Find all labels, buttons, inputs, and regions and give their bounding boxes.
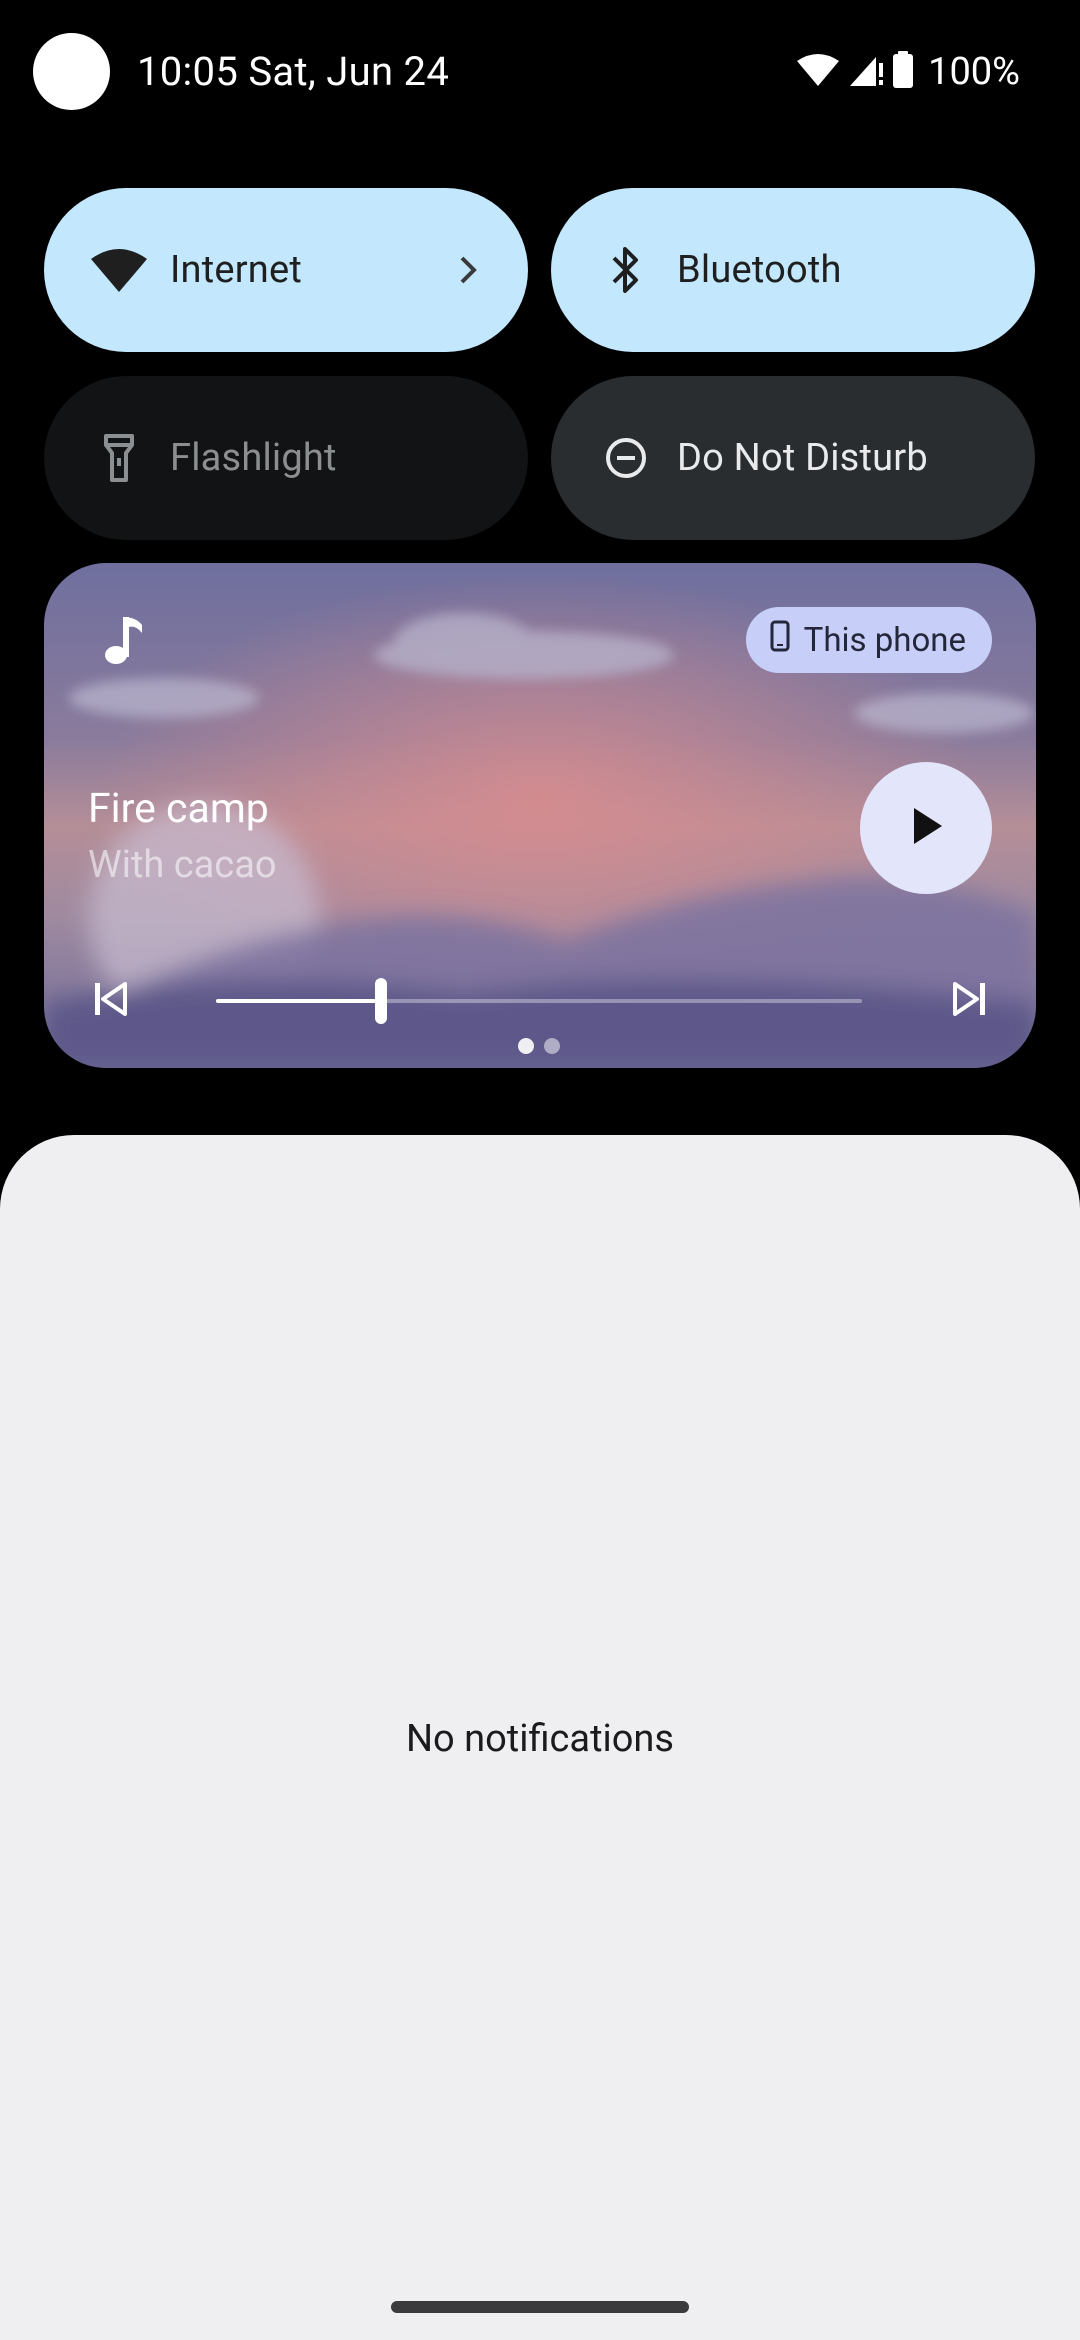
wifi-icon xyxy=(84,235,154,305)
battery-percent: 100% xyxy=(928,50,1020,94)
camera-cutout xyxy=(33,33,110,110)
tile-flashlight-label: Flashlight xyxy=(170,436,337,480)
seekbar-thumb[interactable] xyxy=(374,978,387,1024)
quick-settings-screen: 10:05 Sat, Jun 24 100% Internet Bluetoot… xyxy=(0,0,1080,2340)
bluetooth-icon xyxy=(591,235,661,305)
wifi-icon xyxy=(796,53,840,91)
tile-internet[interactable]: Internet xyxy=(44,188,528,352)
media-artist: With cacao xyxy=(88,843,277,887)
phone-icon xyxy=(770,620,790,661)
tile-do-not-disturb[interactable]: Do Not Disturb xyxy=(551,376,1035,540)
clock-date[interactable]: 10:05 Sat, Jun 24 xyxy=(137,48,449,95)
navigation-handle[interactable] xyxy=(391,2301,689,2313)
status-icons: 100% xyxy=(796,50,1020,94)
play-icon xyxy=(906,804,946,852)
notification-panel: No notifications xyxy=(0,1135,1080,2340)
output-switcher-chip[interactable]: This phone xyxy=(745,607,992,673)
cell-signal-icon xyxy=(848,53,884,91)
media-page-indicator xyxy=(518,1038,560,1054)
seekbar-progress xyxy=(216,999,381,1003)
next-track-button[interactable] xyxy=(944,976,994,1026)
tile-do-not-disturb-label: Do Not Disturb xyxy=(677,436,928,480)
no-notifications-text: No notifications xyxy=(405,1717,675,1761)
media-player-card[interactable]: This phone Fire camp With cacao xyxy=(44,563,1036,1068)
previous-track-button[interactable] xyxy=(86,976,136,1026)
seekbar[interactable] xyxy=(216,978,862,1024)
tile-bluetooth[interactable]: Bluetooth xyxy=(551,188,1035,352)
page-dot xyxy=(518,1038,534,1054)
media-title: Fire camp xyxy=(88,785,269,833)
status-bar: 10:05 Sat, Jun 24 100% xyxy=(0,0,1080,150)
music-note-icon xyxy=(96,611,156,671)
play-button[interactable] xyxy=(860,762,992,894)
skip-next-icon xyxy=(949,979,989,1023)
do-not-disturb-icon xyxy=(591,423,661,493)
flashlight-icon xyxy=(84,423,154,493)
tile-flashlight[interactable]: Flashlight xyxy=(44,376,528,540)
output-device-label: This phone xyxy=(803,620,966,660)
page-dot xyxy=(544,1038,560,1054)
skip-previous-icon xyxy=(91,979,131,1023)
chevron-right-icon xyxy=(448,250,488,290)
tile-internet-label: Internet xyxy=(170,248,302,292)
tile-bluetooth-label: Bluetooth xyxy=(677,248,842,292)
battery-icon xyxy=(892,51,914,93)
